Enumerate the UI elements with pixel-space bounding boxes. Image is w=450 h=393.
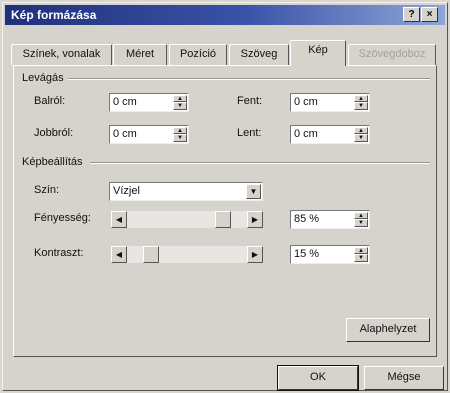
ok-button[interactable]: OK bbox=[277, 365, 359, 391]
crop-top-label: Fent: bbox=[237, 95, 263, 107]
color-select-value: Vízjel bbox=[113, 185, 140, 197]
crop-bottom-spinner[interactable]: 0 cm ▲ ▼ bbox=[290, 125, 370, 144]
brightness-slider-thumb[interactable] bbox=[215, 211, 232, 228]
crop-left-spin-buttons[interactable]: ▲ ▼ bbox=[173, 95, 187, 110]
dialog-title: Kép formázása bbox=[11, 8, 97, 22]
tab-picture[interactable]: Kép bbox=[290, 40, 346, 66]
crop-right-value: 0 cm bbox=[113, 128, 137, 140]
brightness-slider[interactable]: ◀ ▶ bbox=[111, 211, 263, 228]
contrast-slider[interactable]: ◀ ▶ bbox=[111, 246, 263, 263]
color-label: Szín: bbox=[34, 184, 60, 196]
tab-position[interactable]: Pozíció bbox=[169, 44, 227, 65]
title-bar[interactable]: Kép formázása ? × bbox=[5, 5, 445, 25]
image-control-separator bbox=[90, 162, 430, 164]
crop-bottom-spin-buttons[interactable]: ▲ ▼ bbox=[354, 127, 368, 142]
arrow-right-icon[interactable]: ▶ bbox=[247, 211, 263, 228]
chevron-down-icon[interactable]: ▼ bbox=[246, 184, 261, 199]
spin-down-icon[interactable]: ▼ bbox=[173, 102, 187, 110]
format-picture-dialog: Kép formázása ? × Színek, vonalak Méret … bbox=[2, 2, 448, 391]
brightness-spin-buttons[interactable]: ▲ ▼ bbox=[354, 212, 368, 227]
help-button[interactable]: ? bbox=[403, 7, 420, 22]
crop-left-spinner[interactable]: 0 cm ▲ ▼ bbox=[109, 93, 189, 112]
brightness-label: Fényesség: bbox=[34, 212, 91, 224]
spin-up-icon[interactable]: ▲ bbox=[354, 127, 368, 134]
spin-up-icon[interactable]: ▲ bbox=[173, 127, 187, 134]
arrow-left-icon[interactable]: ◀ bbox=[111, 246, 127, 263]
crop-bottom-label: Lent: bbox=[237, 127, 262, 139]
crop-right-spinner[interactable]: 0 cm ▲ ▼ bbox=[109, 125, 189, 144]
contrast-value: 15 % bbox=[294, 248, 320, 260]
crop-right-label: Jobbról: bbox=[34, 127, 74, 139]
spin-up-icon[interactable]: ▲ bbox=[354, 95, 368, 102]
cancel-button[interactable]: Mégse bbox=[364, 366, 444, 390]
spin-down-icon[interactable]: ▼ bbox=[354, 219, 368, 227]
contrast-spin-buttons[interactable]: ▲ ▼ bbox=[354, 247, 368, 262]
close-button[interactable]: × bbox=[421, 7, 438, 22]
brightness-spinner[interactable]: 85 % ▲ ▼ bbox=[290, 210, 370, 229]
crop-right-spin-buttons[interactable]: ▲ ▼ bbox=[173, 127, 187, 142]
spin-down-icon[interactable]: ▼ bbox=[354, 102, 368, 110]
spin-up-icon[interactable]: ▲ bbox=[354, 247, 368, 254]
crop-separator bbox=[68, 78, 430, 80]
spin-down-icon[interactable]: ▼ bbox=[173, 134, 187, 142]
spin-down-icon[interactable]: ▼ bbox=[354, 254, 368, 262]
contrast-slider-thumb[interactable] bbox=[142, 246, 159, 263]
tab-text-box: Szövegdoboz bbox=[348, 44, 436, 65]
crop-top-spin-buttons[interactable]: ▲ ▼ bbox=[354, 95, 368, 110]
crop-left-label: Balról: bbox=[34, 95, 66, 107]
reset-button[interactable]: Alaphelyzet bbox=[346, 318, 430, 342]
crop-top-spinner[interactable]: 0 cm ▲ ▼ bbox=[290, 93, 370, 112]
picture-tab-panel: Levágás Balról: 0 cm ▲ ▼ Fent: 0 cm ▲ ▼ … bbox=[13, 65, 437, 357]
crop-heading: Levágás bbox=[22, 72, 64, 84]
contrast-label: Kontraszt: bbox=[34, 247, 84, 259]
spin-up-icon[interactable]: ▲ bbox=[173, 95, 187, 102]
spin-down-icon[interactable]: ▼ bbox=[354, 134, 368, 142]
brightness-value: 85 % bbox=[294, 213, 320, 225]
crop-bottom-value: 0 cm bbox=[294, 128, 318, 140]
tab-size[interactable]: Méret bbox=[113, 44, 167, 65]
arrow-right-icon[interactable]: ▶ bbox=[247, 246, 263, 263]
tab-text[interactable]: Szöveg bbox=[229, 44, 289, 65]
contrast-spinner[interactable]: 15 % ▲ ▼ bbox=[290, 245, 370, 264]
tab-colors-lines[interactable]: Színek, vonalak bbox=[11, 44, 112, 65]
image-control-heading: Képbeállítás bbox=[22, 156, 83, 168]
crop-top-value: 0 cm bbox=[294, 96, 318, 108]
crop-left-value: 0 cm bbox=[113, 96, 137, 108]
arrow-left-icon[interactable]: ◀ bbox=[111, 211, 127, 228]
color-select[interactable]: Vízjel ▼ bbox=[109, 182, 263, 201]
spin-up-icon[interactable]: ▲ bbox=[354, 212, 368, 219]
